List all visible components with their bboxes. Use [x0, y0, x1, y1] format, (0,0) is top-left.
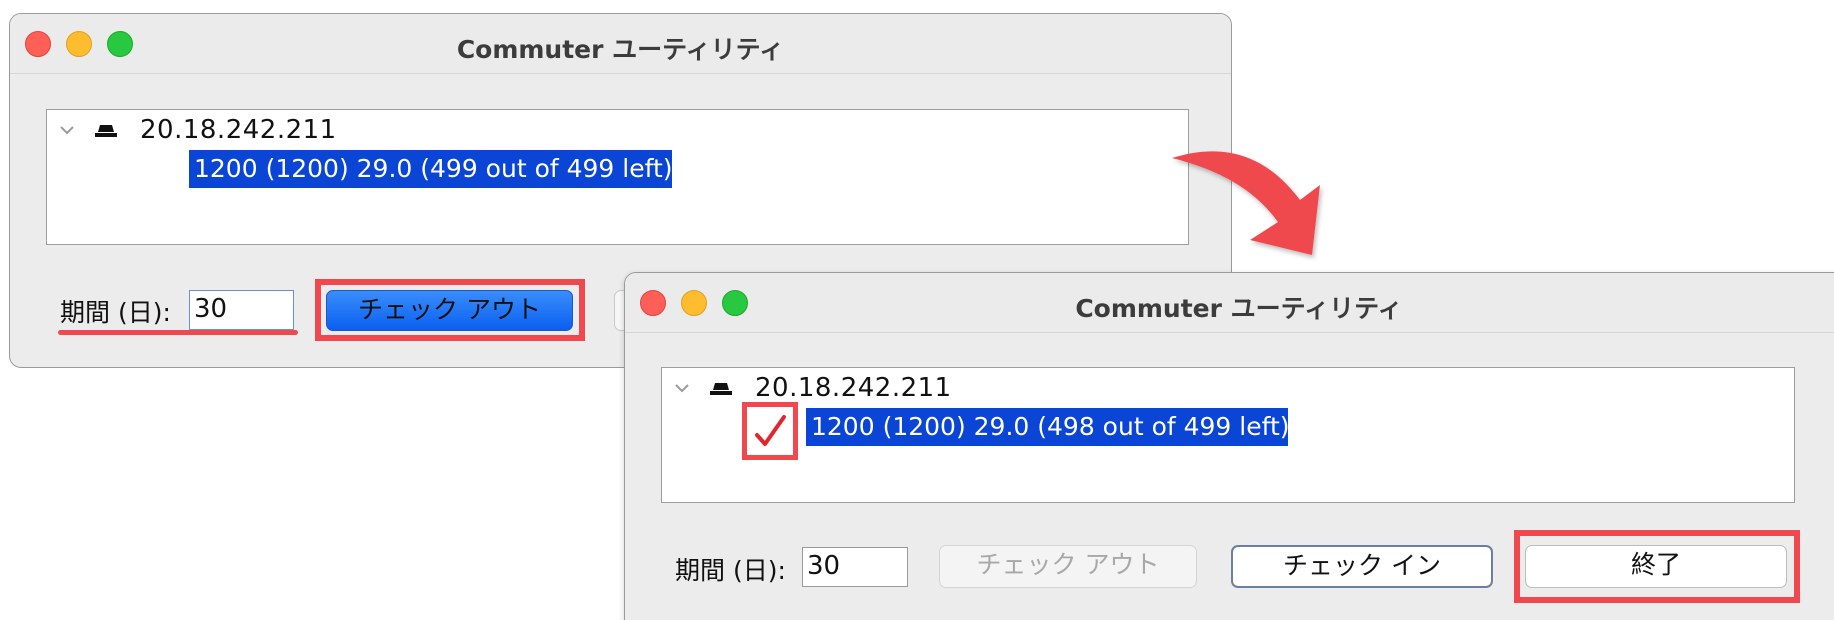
period-label: 期間 (日): — [60, 298, 171, 327]
commuter-window-after: Commuter ユーティリティ 20.18.242.211 1200 (120… — [624, 272, 1834, 620]
tree-node-license[interactable]: 1200 (1200) 29.0 (499 out of 499 left) — [189, 150, 673, 188]
period-label: 期間 (日): — [675, 556, 786, 585]
tree-node-host[interactable]: 20.18.242.211 — [140, 115, 337, 145]
title-bar: Commuter ユーティリティ — [10, 14, 1231, 74]
title-bar: Commuter ユーティリティ — [625, 273, 1834, 333]
server-icon — [710, 383, 732, 395]
checkout-button-disabled: チェック アウト — [939, 545, 1197, 588]
curved-arrow-icon — [1172, 151, 1320, 255]
quit-button[interactable]: 終了 — [1525, 545, 1787, 588]
license-tree: 20.18.242.211 1200 (1200) 29.0 (498 out … — [661, 367, 1795, 503]
checkout-button[interactable]: チェック アウト — [326, 290, 573, 331]
checkmark-icon — [755, 415, 786, 446]
period-input[interactable]: 30 — [189, 290, 294, 330]
tree-node-host[interactable]: 20.18.242.211 — [755, 373, 952, 403]
checkin-button[interactable]: チェック イン — [1231, 545, 1493, 588]
period-underline-annotation — [58, 330, 298, 335]
chevron-down-icon[interactable] — [57, 122, 77, 138]
checked-out-highlight-annotation — [742, 402, 798, 460]
server-icon — [95, 125, 117, 137]
window-title: Commuter ユーティリティ — [1075, 294, 1403, 323]
license-tree: 20.18.242.211 1200 (1200) 29.0 (499 out … — [46, 109, 1189, 245]
tree-node-license[interactable]: 1200 (1200) 29.0 (498 out of 499 left) — [806, 408, 1290, 446]
period-input[interactable]: 30 — [802, 547, 908, 587]
window-title: Commuter ユーティリティ — [456, 35, 785, 64]
chevron-down-icon[interactable] — [672, 380, 692, 396]
